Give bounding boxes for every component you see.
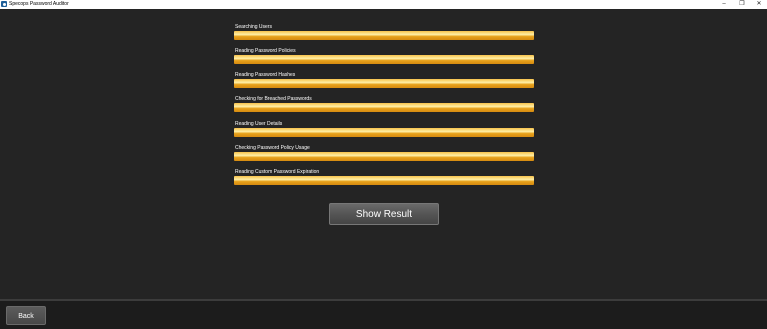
progress-bar — [234, 176, 534, 185]
task-label: Reading Password Hashes — [235, 72, 296, 78]
progress-bar — [234, 79, 534, 88]
progress-bar — [234, 55, 534, 64]
minimize-icon[interactable]: – — [718, 0, 730, 9]
progress-fill — [234, 152, 534, 161]
progress-fill — [234, 79, 534, 88]
progress-fill — [234, 103, 534, 112]
back-button[interactable]: Back — [6, 306, 46, 325]
progress-fill — [234, 31, 534, 40]
progress-bar — [234, 31, 534, 40]
title-bar: Specops Password Auditor – ❐ ✕ — [0, 0, 767, 9]
main-content: Searching Users Reading Password Policie… — [0, 9, 767, 299]
progress-bar — [234, 103, 534, 112]
app-logo-icon — [1, 1, 7, 7]
task-label: Reading User Details — [235, 121, 283, 127]
task-label: Reading Custom Password Expiration — [235, 169, 320, 175]
progress-bar — [234, 152, 534, 161]
footer-bar: Back — [0, 301, 767, 329]
app-window: Specops Password Auditor – ❐ ✕ Searching… — [0, 0, 767, 329]
maximize-icon[interactable]: ❐ — [736, 0, 748, 9]
show-result-button[interactable]: Show Result — [329, 203, 439, 225]
progress-bar — [234, 128, 534, 137]
progress-fill — [234, 176, 534, 185]
window-title: Specops Password Auditor — [9, 1, 69, 7]
progress-fill — [234, 55, 534, 64]
task-label: Checking for Breached Passwords — [235, 96, 312, 102]
task-label: Reading Password Policies — [235, 48, 296, 54]
task-label: Checking Password Policy Usage — [235, 145, 310, 151]
task-label: Searching Users — [235, 24, 272, 30]
progress-fill — [234, 128, 534, 137]
close-icon[interactable]: ✕ — [753, 0, 765, 9]
